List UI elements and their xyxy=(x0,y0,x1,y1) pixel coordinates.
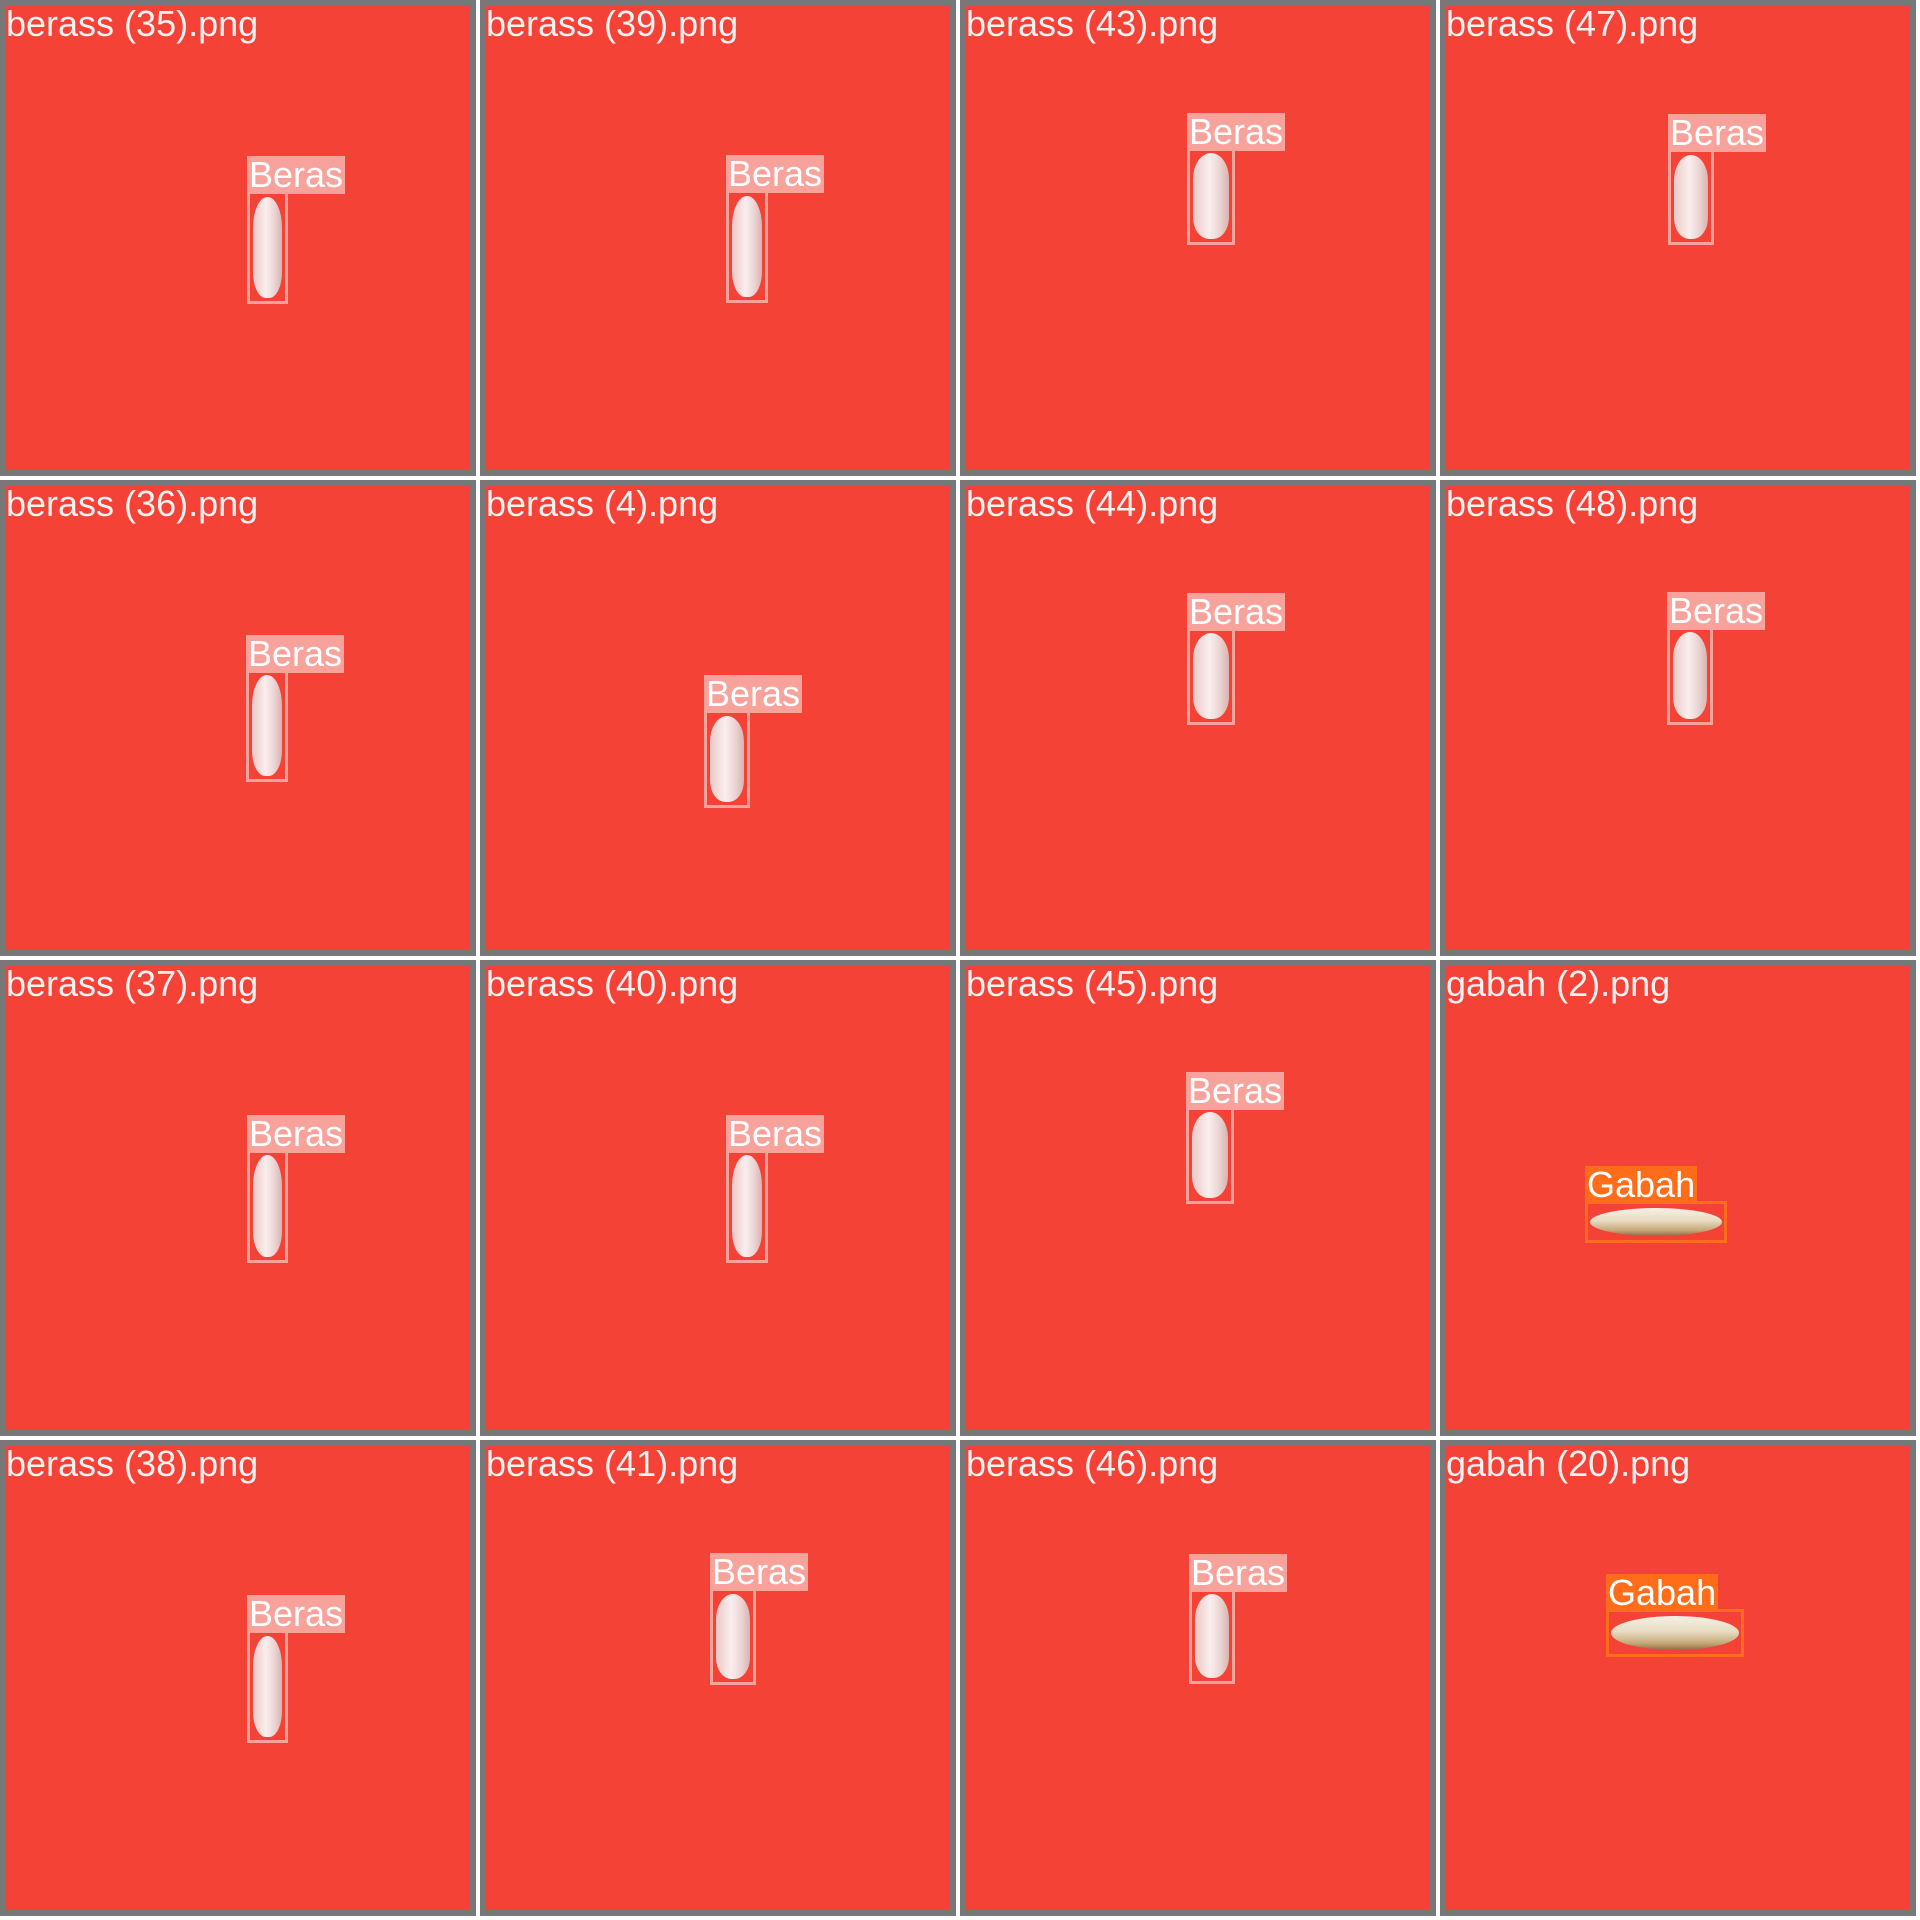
detection-label: Beras xyxy=(247,1593,346,1634)
rice-grain xyxy=(716,1594,750,1679)
rice-grain xyxy=(1674,155,1708,239)
bounding-box xyxy=(1606,1609,1744,1657)
bounding-box xyxy=(1585,1201,1727,1243)
tile[interactable]: berass (38).png Beras xyxy=(0,1440,480,1920)
filename-label: berass (36).png xyxy=(6,483,259,524)
filename-label: berass (48).png xyxy=(1446,483,1699,524)
image-panel xyxy=(0,0,476,476)
filename-label: gabah (20).png xyxy=(1446,1443,1691,1484)
rice-grain xyxy=(1193,153,1229,239)
bounding-box xyxy=(1186,1106,1234,1204)
image-panel xyxy=(0,1440,476,1916)
tile[interactable]: berass (46).png Beras xyxy=(960,1440,1440,1920)
rice-grain xyxy=(1673,632,1707,719)
detection-label: Beras xyxy=(1667,590,1766,631)
bounding-box xyxy=(1187,147,1235,245)
detection-label: Beras xyxy=(726,1113,825,1154)
filename-label: berass (35).png xyxy=(6,3,259,44)
bounding-box xyxy=(247,1149,288,1263)
tile[interactable]: berass (37).png Beras xyxy=(0,960,480,1440)
bounding-box xyxy=(1667,626,1713,725)
image-panel xyxy=(0,960,476,1436)
detection-label: Beras xyxy=(247,154,346,195)
tile[interactable]: berass (43).png Beras xyxy=(960,0,1440,480)
detection-label: Beras xyxy=(1187,591,1286,632)
detection-label: Beras xyxy=(247,1113,346,1154)
tile[interactable]: berass (36).png Beras xyxy=(0,480,480,960)
tile[interactable]: berass (47).png Beras xyxy=(1440,0,1920,480)
rice-grain xyxy=(1192,1112,1228,1198)
detection-label: Gabah xyxy=(1585,1164,1698,1205)
tile[interactable]: berass (35).png Beras xyxy=(0,0,480,480)
rice-grain xyxy=(253,1155,282,1257)
tile[interactable]: gabah (2).png Gabah xyxy=(1440,960,1920,1440)
image-panel xyxy=(480,960,956,1436)
tile[interactable]: berass (40).png Beras xyxy=(480,960,960,1440)
detection-label: Beras xyxy=(1187,111,1286,152)
tile[interactable]: berass (41).png Beras xyxy=(480,1440,960,1920)
tile[interactable]: berass (45).png Beras xyxy=(960,960,1440,1440)
rice-grain xyxy=(1193,633,1229,719)
rice-grain xyxy=(710,716,744,802)
image-panel xyxy=(1440,1440,1916,1916)
rice-grain xyxy=(253,1636,282,1737)
filename-label: berass (47).png xyxy=(1446,3,1699,44)
detection-label: Beras xyxy=(1189,1552,1288,1593)
detection-label: Beras xyxy=(1186,1070,1285,1111)
filename-label: berass (46).png xyxy=(966,1443,1219,1484)
filename-label: berass (45).png xyxy=(966,963,1219,1004)
filename-label: berass (44).png xyxy=(966,483,1219,524)
filename-label: berass (38).png xyxy=(6,1443,259,1484)
detection-label: Gabah xyxy=(1606,1572,1719,1613)
detection-label: Beras xyxy=(710,1551,809,1592)
tile[interactable]: berass (48).png Beras xyxy=(1440,480,1920,960)
tile[interactable]: berass (39).png Beras xyxy=(480,0,960,480)
bounding-box xyxy=(726,1149,768,1263)
bounding-box xyxy=(1189,1588,1235,1684)
tile[interactable]: gabah (20).png Gabah xyxy=(1440,1440,1920,1920)
bounding-box xyxy=(710,1588,756,1685)
paddy-grain xyxy=(1611,1616,1739,1650)
bounding-box xyxy=(1668,149,1714,245)
filename-label: berass (43).png xyxy=(966,3,1219,44)
tile[interactable]: berass (44).png Beras xyxy=(960,480,1440,960)
filename-label: berass (40).png xyxy=(486,963,739,1004)
detection-label: Beras xyxy=(1668,112,1767,153)
filename-label: berass (4).png xyxy=(486,483,719,524)
paddy-grain xyxy=(1590,1208,1722,1236)
rice-grain xyxy=(732,1155,762,1257)
bounding-box xyxy=(726,190,768,303)
detection-label: Beras xyxy=(246,633,345,674)
rice-grain xyxy=(1195,1594,1229,1678)
image-panel xyxy=(480,0,956,476)
tile[interactable]: berass (4).png Beras xyxy=(480,480,960,960)
bounding-box xyxy=(1187,627,1235,725)
image-panel xyxy=(0,480,476,956)
bounding-box xyxy=(704,710,750,808)
rice-grain xyxy=(253,197,282,298)
detection-label: Beras xyxy=(726,153,825,194)
bounding-box xyxy=(246,669,288,782)
detection-label: Beras xyxy=(704,673,803,714)
filename-label: gabah (2).png xyxy=(1446,963,1671,1004)
image-grid: berass (35).png Beras berass (39).png Be… xyxy=(0,0,1920,1920)
filename-label: berass (41).png xyxy=(486,1443,739,1484)
filename-label: berass (37).png xyxy=(6,963,259,1004)
bounding-box xyxy=(247,191,288,304)
rice-grain xyxy=(252,675,282,776)
bounding-box xyxy=(247,1630,288,1743)
rice-grain xyxy=(732,196,762,297)
filename-label: berass (39).png xyxy=(486,3,739,44)
